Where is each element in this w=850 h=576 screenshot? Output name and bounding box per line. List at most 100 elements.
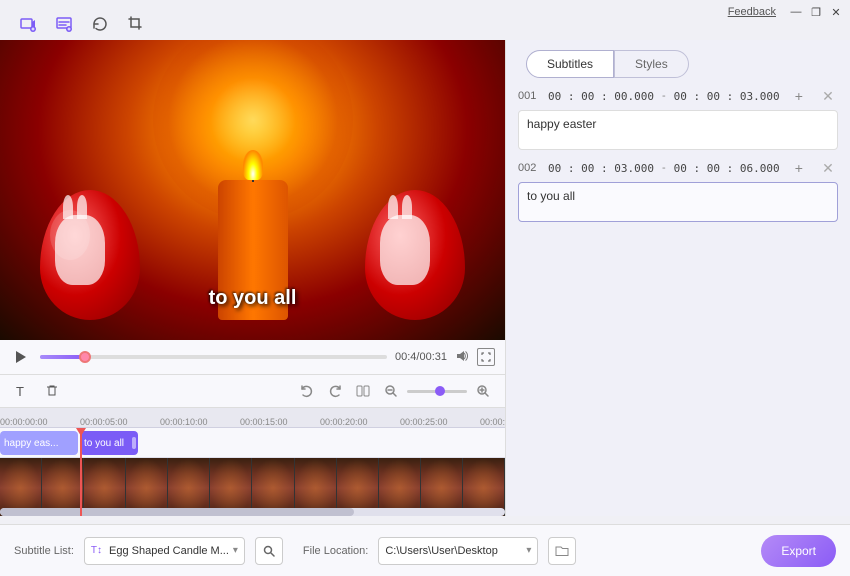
tab-styles[interactable]: Styles [614, 50, 689, 78]
redo-button[interactable] [323, 379, 347, 403]
add-subtitle-button[interactable] [48, 10, 80, 38]
subtitle-entry-2-header: 002 00 : 00 : 03.000 - 00 : 00 : 06.000 … [518, 158, 838, 178]
subtitle-overlay: to you all [209, 287, 297, 310]
close-button[interactable]: ✕ [828, 4, 844, 20]
add-media-button[interactable] [12, 10, 44, 38]
subtitle-list-select[interactable]: T↕ Egg Shaped Candle M... ▾ [84, 537, 245, 565]
bunny-left [55, 215, 105, 285]
video-area[interactable]: to you all [0, 40, 505, 340]
entry-1-close-button[interactable]: ✕ [818, 86, 838, 106]
subtitle-clip-1[interactable]: happy eas... [0, 431, 78, 455]
entry-2-separator: - [662, 162, 666, 174]
zoom-in-icon [476, 384, 490, 398]
subtitle-search-button[interactable] [255, 537, 283, 565]
folder-icon [555, 544, 569, 558]
egg-left [40, 190, 140, 320]
timeline-ruler: 00:00:00:00 00:00:05:00 00:00:10:00 00:0… [0, 408, 505, 428]
timeline-add-button[interactable]: T [10, 379, 34, 403]
add-subtitle-icon [56, 16, 72, 32]
subtitle-entry-1: 001 00 : 00 : 00.000 - 00 : 00 : 03.000 … [518, 86, 838, 150]
split-button[interactable] [351, 379, 375, 403]
fullscreen-icon [481, 352, 491, 362]
file-path-value: C:\Users\User\Desktop [385, 545, 497, 557]
split-icon [356, 384, 370, 398]
redo-icon [328, 384, 342, 398]
timeline-scrollbar[interactable] [0, 508, 505, 516]
time-display: 00:4/00:31 [395, 351, 447, 363]
progress-bar[interactable] [40, 355, 387, 359]
subtitle-list-value: Egg Shaped Candle M... [109, 545, 229, 557]
entry-1-add-button[interactable]: + [789, 86, 809, 106]
rotate-icon [92, 16, 108, 32]
entry-1-separator: - [662, 90, 666, 102]
bunny-right [380, 215, 430, 285]
ruler-mark-6: 00:00:30:00 [480, 417, 505, 427]
play-icon [14, 350, 28, 364]
zoom-in-button[interactable] [471, 379, 495, 403]
ruler-mark-1: 00:00:05:00 [80, 417, 128, 427]
crop-button[interactable] [120, 10, 152, 38]
timeline-delete-icon [45, 384, 59, 398]
entry-2-text[interactable]: to you all [518, 182, 838, 222]
video-controls: 00:4/00:31 [0, 340, 505, 375]
subtitle-list-arrow: ▾ [233, 545, 238, 556]
main-container: to you all 00:4/00:31 [0, 40, 850, 516]
undo-button[interactable] [295, 379, 319, 403]
entry-2-close-button[interactable]: ✕ [818, 158, 838, 178]
entry-2-start[interactable]: 00 : 00 : 03.000 [548, 162, 654, 175]
undo-icon [300, 384, 314, 398]
zoom-slider[interactable] [407, 390, 467, 393]
zoom-out-button[interactable] [379, 379, 403, 403]
right-panel: Subtitles Styles 001 00 : 00 : 00.000 - … [505, 40, 850, 516]
entry-1-start[interactable]: 00 : 00 : 00.000 [548, 90, 654, 103]
playhead [80, 428, 82, 516]
feedback-link[interactable]: Feedback [728, 6, 776, 18]
ruler-mark-5: 00:00:25:00 [400, 417, 448, 427]
toolbar-top [0, 10, 164, 38]
timeline-tracks: happy eas... to you all [0, 428, 505, 516]
play-button[interactable] [10, 346, 32, 368]
video-panel: to you all 00:4/00:31 [0, 40, 505, 516]
timeline-toolbar-right [295, 379, 495, 403]
fullscreen-button[interactable] [477, 348, 495, 366]
clip-2-label: to you all [84, 438, 124, 449]
search-icon [263, 545, 275, 557]
entry-2-end[interactable]: 00 : 00 : 06.000 [674, 162, 780, 175]
subtitle-track[interactable]: happy eas... to you all [0, 428, 505, 458]
clip-1-label: happy eas... [4, 438, 58, 449]
tab-subtitles[interactable]: Subtitles [526, 50, 614, 78]
restore-button[interactable]: ❐ [808, 4, 824, 20]
volume-icon[interactable] [455, 349, 469, 366]
timeline-toolbar-left: T [10, 379, 64, 403]
entry-1-end[interactable]: 00 : 00 : 03.000 [674, 90, 780, 103]
entry-2-add-button[interactable]: + [789, 158, 809, 178]
rotate-button[interactable] [84, 10, 116, 38]
timeline-area[interactable]: 00:00:00:00 00:00:05:00 00:00:10:00 00:0… [0, 408, 505, 516]
subtitle-list-label: Subtitle List: [14, 545, 74, 557]
entry-1-num: 001 [518, 90, 542, 102]
ruler-mark-0: 00:00:00:00 [0, 417, 48, 427]
subtitle-entry-2: 002 00 : 00 : 03.000 - 00 : 00 : 06.000 … [518, 158, 838, 222]
folder-button[interactable] [548, 537, 576, 565]
timeline-add-icon: T [15, 384, 29, 398]
export-button[interactable]: Export [761, 535, 836, 567]
subtitle-entries: 001 00 : 00 : 00.000 - 00 : 00 : 03.000 … [506, 78, 850, 516]
timeline-toolbar: T [0, 375, 505, 408]
timeline-scrollbar-thumb [0, 508, 354, 516]
subtitle-clip-2[interactable]: to you all [80, 431, 138, 455]
crop-icon [128, 16, 144, 32]
file-path-select[interactable]: C:\Users\User\Desktop ▾ [378, 537, 538, 565]
entry-1-text[interactable]: happy easter [518, 110, 838, 150]
timeline-delete-button[interactable] [40, 379, 64, 403]
bottom-bar: Subtitle List: T↕ Egg Shaped Candle M...… [0, 524, 850, 576]
egg-right [365, 190, 465, 320]
add-media-icon [20, 16, 36, 32]
zoom-thumb [435, 386, 445, 396]
ruler-mark-2: 00:00:10:00 [160, 417, 208, 427]
titlebar: Feedback — ❐ ✕ [722, 0, 850, 24]
ruler-mark-4: 00:00:20:00 [320, 417, 368, 427]
minimize-button[interactable]: — [788, 4, 804, 20]
volume-svg [455, 349, 469, 363]
file-path-arrow: ▾ [526, 545, 531, 556]
clip-handle[interactable] [132, 437, 136, 449]
